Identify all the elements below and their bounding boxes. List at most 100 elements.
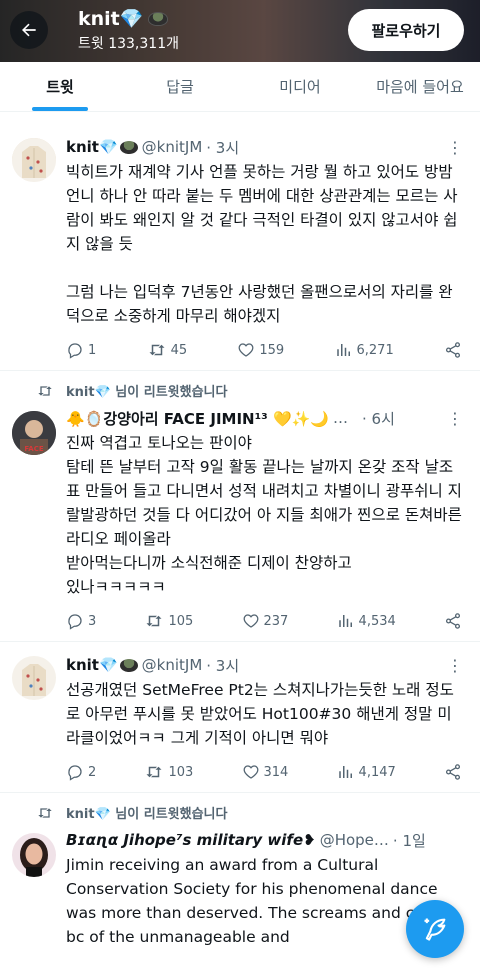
tweet-time[interactable]: · 1일	[393, 830, 426, 851]
tweet-actions: 1 45 159 6,271	[66, 330, 464, 370]
tab-likes[interactable]: 마음에 들어요	[360, 62, 480, 111]
follow-button[interactable]: 팔로우하기	[348, 9, 464, 51]
retweet-icon	[38, 807, 52, 818]
views-button[interactable]: 6,271	[335, 341, 394, 359]
more-icon[interactable]: ⋮	[447, 409, 464, 428]
tweet-text: Jimin receiving an award from a Cultural…	[66, 856, 443, 946]
bowl-emoji-icon	[119, 658, 138, 672]
woman-avatar-icon	[12, 833, 56, 877]
cardigan-avatar-icon	[12, 656, 56, 700]
retweet-icon	[146, 766, 162, 778]
tweet-time[interactable]: · 6시	[362, 408, 395, 429]
tweet-actions: 2 103 314 4,147	[66, 752, 464, 792]
reply-button[interactable]: 1	[66, 341, 96, 359]
reply-icon	[68, 765, 82, 781]
avatar[interactable]	[12, 656, 56, 700]
like-button[interactable]: 237	[242, 612, 289, 630]
author-name[interactable]: knit💎	[66, 656, 118, 674]
view-count: 4,534	[358, 613, 396, 629]
like-button[interactable]: 314	[242, 763, 289, 781]
share-icon	[445, 613, 460, 629]
more-icon[interactable]: ⋮	[447, 138, 464, 157]
retweet-icon	[146, 615, 162, 627]
views-button[interactable]: 4,147	[337, 763, 396, 781]
reply-button[interactable]: 2	[66, 763, 96, 781]
face-avatar-icon: FACE	[12, 411, 56, 455]
feed-spacer	[0, 112, 480, 124]
tweet-text: 선공개였던 SetMeFree Pt2는 스쳐지나가는듯한 노래 정도로 아무런…	[66, 681, 454, 747]
cardigan-avatar-icon	[12, 138, 56, 182]
avatar[interactable]	[12, 138, 56, 182]
author-name[interactable]: Bɪαɳα Jihope⁷s military wife❥	[66, 831, 316, 849]
tweet-header: Bɪαɳα Jihope⁷s military wife❥ @Hope… · 1…	[66, 829, 464, 851]
reply-count: 3	[88, 613, 97, 629]
heart-icon	[243, 765, 258, 779]
author-handle: @knitJM	[141, 138, 203, 156]
views-icon	[336, 344, 350, 356]
author-handle: @Hope…	[319, 831, 389, 849]
tweet-time[interactable]: · 3시	[206, 655, 239, 676]
view-count: 4,147	[358, 764, 396, 780]
retweet-icon	[149, 344, 165, 356]
back-button[interactable]	[10, 11, 48, 49]
author-handle: @knitJM	[141, 656, 203, 674]
retweet-count: 103	[168, 764, 194, 780]
retweet-label[interactable]: knit💎 님이 리트윗했습니다	[66, 381, 227, 400]
views-icon	[338, 766, 352, 778]
retweet-button[interactable]: 45	[147, 341, 187, 359]
header-title: knit💎	[78, 7, 179, 30]
profile-tabs: 트윗 답글 미디어 마음에 들어요	[0, 62, 480, 112]
arrow-left-icon	[22, 23, 36, 37]
heart-icon	[238, 343, 254, 357]
more-icon[interactable]: ⋮	[447, 656, 464, 675]
views-button[interactable]: 4,534	[337, 612, 396, 630]
tab-replies[interactable]: 답글	[120, 62, 240, 111]
share-button[interactable]	[444, 341, 462, 359]
header-info: knit💎 트윗 133,311개	[78, 7, 179, 53]
tab-media[interactable]: 미디어	[240, 62, 360, 111]
tweet[interactable]: knit💎 @knitJM · 3시 ⋮ 빅히트가 재계약 기사 언플 못하는 …	[0, 124, 480, 371]
header-title-text: knit💎	[78, 8, 144, 30]
tweet-header: knit💎 @knitJM · 3시	[66, 654, 464, 676]
profile-header: knit💎 트윗 133,311개 팔로우하기	[0, 0, 480, 62]
reply-count: 2	[88, 764, 97, 780]
retweet-button[interactable]: 103	[144, 763, 193, 781]
tweet[interactable]: knit💎 @knitJM · 3시 ⋮ 선공개였던 SetMeFree Pt2…	[0, 642, 480, 793]
share-icon	[445, 764, 460, 780]
reply-icon	[68, 343, 82, 359]
author-name[interactable]: 🐥🪞강양아리 FACE JIMIN¹³ 💛✨🌙	[66, 408, 329, 429]
retweet-icon	[38, 385, 52, 396]
view-count: 6,271	[356, 342, 394, 358]
author-name[interactable]: knit💎	[66, 138, 118, 156]
reply-button[interactable]: 3	[66, 612, 96, 630]
retweet-label[interactable]: knit💎 님이 리트윗했습니다	[66, 803, 227, 822]
reply-icon	[68, 614, 82, 630]
like-button[interactable]: 159	[237, 341, 284, 359]
tab-tweets[interactable]: 트윗	[0, 62, 120, 111]
retweet-indicator: knit💎 님이 리트윗했습니다	[36, 381, 227, 400]
like-count: 237	[263, 613, 289, 629]
bowl-emoji-icon	[119, 140, 138, 154]
views-icon	[338, 615, 352, 627]
share-button[interactable]	[444, 763, 462, 781]
like-count: 159	[259, 342, 285, 358]
retweet-indicator: knit💎 님이 리트윗했습니다	[36, 803, 227, 822]
tweet-text: 진짜 역겹고 토나오는 판이야 탐테 뜬 날부터 고작 9일 활동 끝나는 날까…	[66, 434, 462, 596]
author-handle: …	[333, 409, 349, 427]
compose-feather-icon	[424, 918, 446, 941]
retweet-button[interactable]: 105	[144, 612, 193, 630]
tweet[interactable]: knit💎 님이 리트윗했습니다 FACE 🐥🪞강양아리 FACE JIMIN¹…	[0, 371, 480, 642]
heart-icon	[243, 614, 258, 628]
tweet-text: 빅히트가 재계약 기사 언플 못하는 거랑 뭘 하고 있어도 방밤언니 하나 안…	[66, 163, 458, 325]
tweet-time[interactable]: · 3시	[206, 137, 239, 158]
tweet-header: knit💎 @knitJM · 3시	[66, 136, 464, 158]
retweet-count: 105	[168, 613, 194, 629]
reply-count: 1	[88, 342, 97, 358]
avatar[interactable]	[12, 833, 56, 877]
like-count: 314	[263, 764, 289, 780]
compose-button[interactable]	[406, 900, 464, 958]
avatar[interactable]: FACE	[12, 411, 56, 455]
share-icon	[445, 342, 461, 358]
share-button[interactable]	[444, 612, 462, 630]
tweet-actions: 3 105 237 4,534	[66, 601, 464, 641]
